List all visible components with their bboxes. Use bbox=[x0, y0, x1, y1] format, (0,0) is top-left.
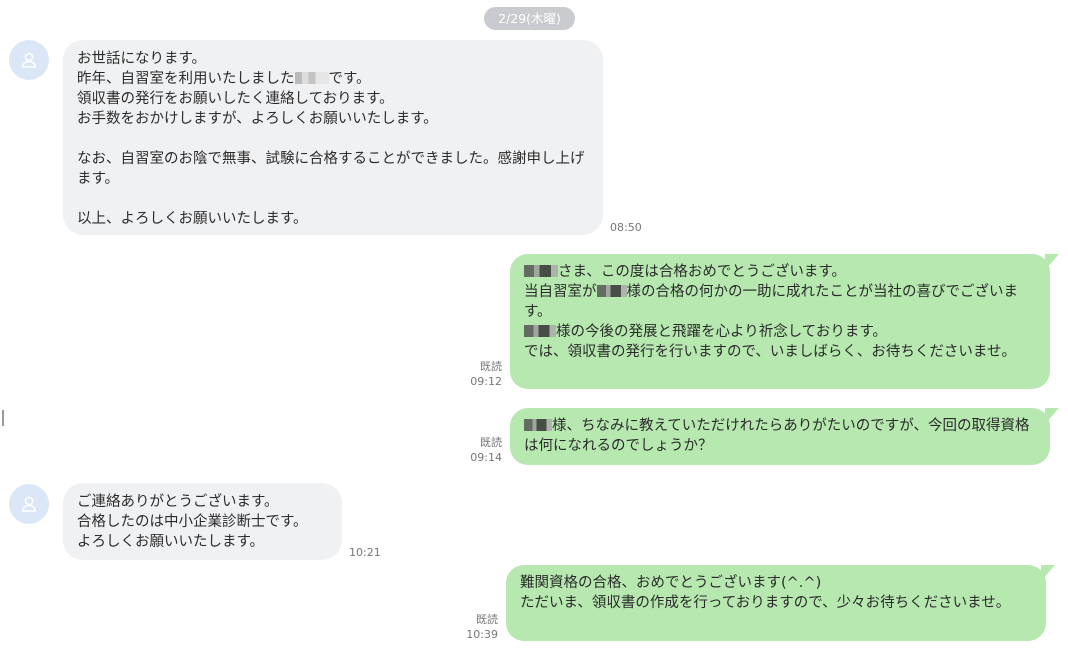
message-bubble-outgoing[interactable]: さま、この度は合格おめでとうございます。 当自習室が 様の合格の何かの一助に成れた… bbox=[510, 254, 1059, 389]
message-bubble-outgoing[interactable]: 難関資格の合格、おめでとうございます(^.^) ただいま、領収書の作成を行ってお… bbox=[506, 565, 1055, 641]
redacted-name bbox=[524, 419, 552, 431]
date-separator: 2/29(木曜) bbox=[484, 7, 575, 30]
read-receipt: 既読 bbox=[480, 436, 502, 449]
message-time: 08:50 bbox=[610, 221, 642, 234]
message-text: 難関資格の合格、おめでとうございます(^.^) ただいま、領収書の作成を行ってお… bbox=[520, 575, 1011, 611]
message-meta: 既読 09:12 bbox=[462, 359, 502, 389]
read-receipt: 既読 bbox=[480, 360, 502, 373]
message-time: 10:21 bbox=[349, 546, 381, 559]
message-text: では、領収書の発行を行いますので、いましばらく、お待ちくださいませ。 bbox=[524, 344, 1016, 360]
message-meta: 既読 10:39 bbox=[458, 612, 498, 642]
message-bubble-outgoing[interactable]: 様、ちなみに教えていただけれたらありがたいのですが、今回の取得資格は何になれるの… bbox=[510, 408, 1059, 465]
message-text: さま、この度は合格おめでとうございます。 bbox=[558, 264, 846, 280]
redacted-name bbox=[524, 265, 558, 277]
message-time: 10:39 bbox=[466, 628, 498, 641]
message-meta: 既読 09:14 bbox=[462, 435, 502, 465]
redacted-name bbox=[524, 325, 556, 337]
message-time: 09:12 bbox=[470, 375, 502, 388]
customer-avatar[interactable] bbox=[9, 40, 49, 80]
read-receipt: 既読 bbox=[476, 613, 498, 626]
message-time: 09:14 bbox=[470, 451, 502, 464]
message-text: 様、ちなみに教えていただけれたらありがたいのですが、今回の取得資格は何になれるの… bbox=[524, 418, 1030, 454]
message-bubble-incoming[interactable]: ご連絡ありがとうございます。 合格したのは中小企業診断士です。 よろしくお願いい… bbox=[63, 483, 342, 560]
user-icon bbox=[21, 496, 37, 512]
customer-avatar[interactable] bbox=[9, 484, 49, 524]
message-text: お世話になります。 昨年、自習室を利用いたしました bbox=[77, 51, 295, 87]
message-text: です。 領収書の発行をお願いしたく連絡しております。 お手数をおかけしますが、よ… bbox=[77, 71, 585, 227]
message-text: 当自習室が bbox=[524, 284, 597, 300]
message-text: ご連絡ありがとうございます。 合格したのは中小企業診断士です。 よろしくお願いい… bbox=[77, 494, 308, 550]
resize-handle[interactable] bbox=[2, 410, 4, 426]
message-bubble-incoming[interactable]: お世話になります。 昨年、自習室を利用いたしました です。 領収書の発行をお願いし… bbox=[63, 40, 603, 235]
redacted-name bbox=[596, 285, 627, 297]
redacted-name bbox=[294, 72, 329, 84]
user-icon bbox=[21, 52, 37, 68]
message-text: 様の今後の発展と飛躍を心より祈念しております。 bbox=[556, 324, 887, 340]
